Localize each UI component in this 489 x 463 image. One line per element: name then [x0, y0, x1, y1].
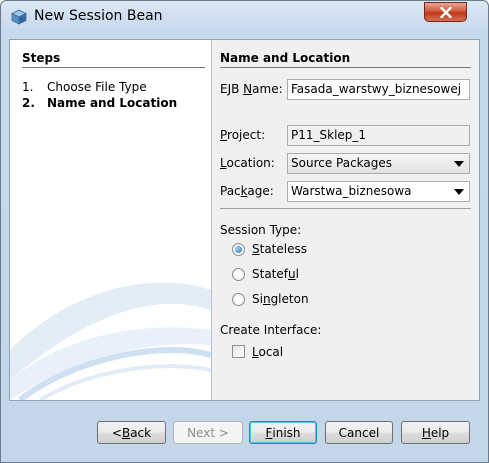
decorative-swoosh [10, 282, 211, 400]
chevron-down-icon [454, 189, 464, 195]
panel-divider [211, 40, 212, 400]
form-heading: Name and Location [220, 51, 351, 65]
back-button[interactable]: < Back [97, 421, 166, 444]
project-label: Project: [220, 128, 266, 142]
dialog-window: New Session Bean Steps 1. Choose File Typ… [0, 0, 489, 463]
local-checkbox-label[interactable]: Local [252, 345, 283, 359]
cancel-button[interactable]: Cancel [325, 421, 393, 444]
steps-heading: Steps [22, 51, 61, 65]
window-title: New Session Bean [34, 8, 163, 24]
close-button[interactable] [424, 2, 467, 22]
step-name-and-location: 2. Name and Location [22, 96, 178, 110]
session-type-label: Session Type: [220, 223, 302, 237]
package-label: Package: [220, 184, 274, 198]
finish-button[interactable]: Finish [249, 421, 317, 444]
radio-button[interactable] [232, 268, 245, 281]
steps-panel: Steps 1. Choose File Type 2. Name and Loca… [10, 40, 211, 400]
package-combobox[interactable]: Warstwa_biznesowa [287, 181, 470, 202]
title-bar[interactable]: New Session Bean [1, 1, 488, 31]
create-interface-label: Create Interface: [220, 323, 322, 337]
next-button[interactable]: Next > [173, 421, 243, 444]
project-field: P11_Sklep_1 [287, 125, 470, 146]
close-icon [439, 6, 452, 18]
chevron-down-icon [454, 161, 464, 167]
section-separator [220, 208, 471, 209]
form-heading-divider [220, 67, 471, 68]
wizard-content: Steps 1. Choose File Type 2. Name and Loca… [9, 39, 480, 401]
ejb-name-input[interactable]: Fasada_warstwy_biznesowej [287, 79, 470, 100]
ejb-name-label: EJB Name: [220, 82, 283, 96]
location-dropdown[interactable]: Source Packages [287, 153, 470, 174]
radio-button[interactable] [232, 293, 245, 306]
radio-button-selected[interactable] [232, 243, 245, 256]
help-button[interactable]: Help [401, 421, 470, 444]
local-checkbox[interactable] [232, 345, 245, 358]
step-choose-file-type: 1. Choose File Type [22, 80, 147, 94]
steps-divider [22, 67, 205, 68]
cube-icon [11, 9, 27, 25]
location-label: Location: [220, 156, 275, 170]
